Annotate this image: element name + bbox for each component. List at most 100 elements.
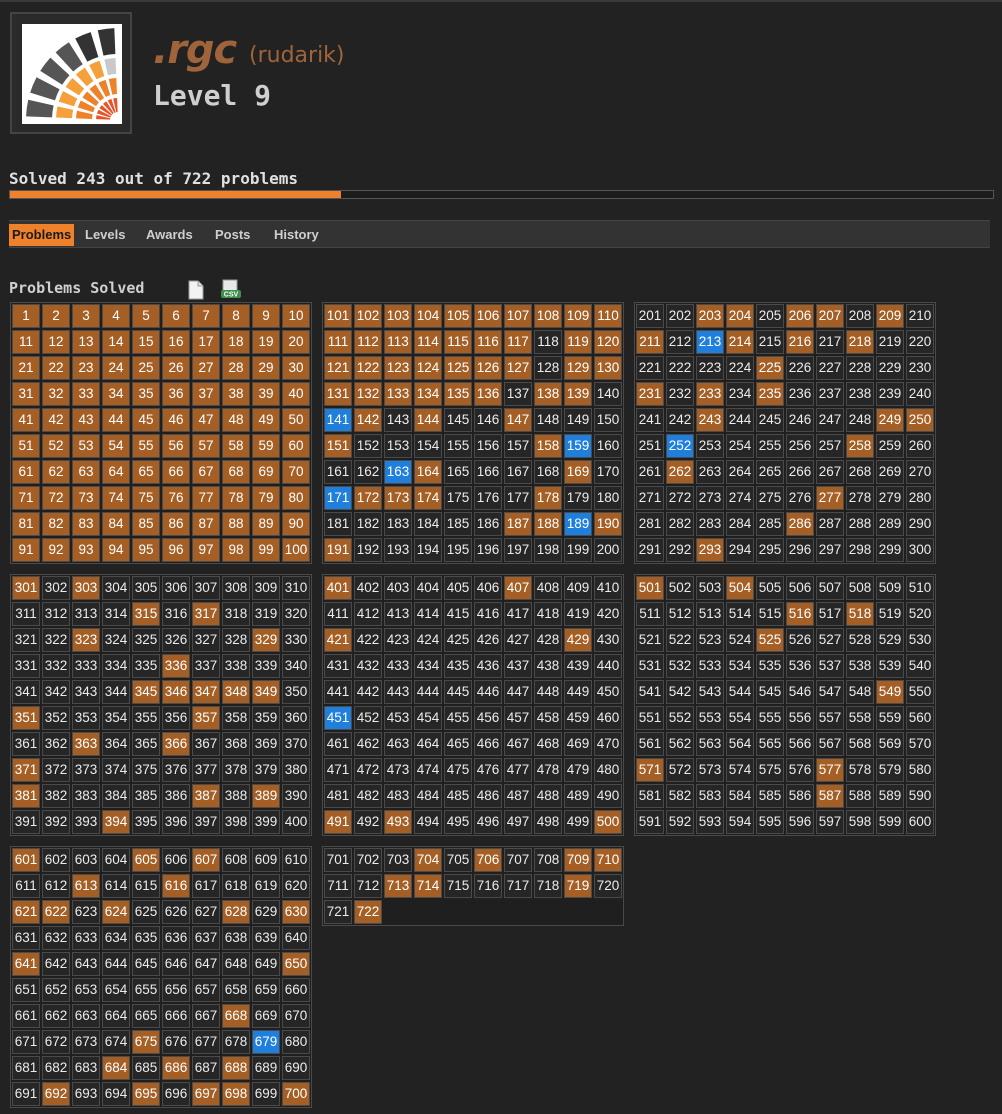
problem-cell[interactable]: 602 xyxy=(42,848,70,872)
problem-cell[interactable]: 137 xyxy=(504,382,532,406)
problem-cell[interactable]: 425 xyxy=(444,628,472,652)
problem-cell[interactable]: 91 xyxy=(12,538,40,562)
problem-cell[interactable]: 146 xyxy=(474,408,502,432)
problem-cell[interactable]: 21 xyxy=(12,356,40,380)
problem-cell[interactable]: 328 xyxy=(222,628,250,652)
problem-cell[interactable]: 97 xyxy=(192,538,220,562)
problem-cell[interactable]: 320 xyxy=(282,602,310,626)
problem-cell[interactable]: 73 xyxy=(72,486,100,510)
problem-cell[interactable]: 449 xyxy=(564,680,592,704)
problem-cell[interactable]: 180 xyxy=(594,486,622,510)
problem-cell[interactable]: 661 xyxy=(12,1004,40,1028)
problem-cell[interactable]: 138 xyxy=(534,382,562,406)
problem-cell[interactable]: 104 xyxy=(414,304,442,328)
problem-cell[interactable]: 43 xyxy=(72,408,100,432)
problem-cell[interactable]: 456 xyxy=(474,706,502,730)
problem-cell[interactable]: 88 xyxy=(222,512,250,536)
problem-cell[interactable]: 31 xyxy=(12,382,40,406)
problem-cell[interactable]: 169 xyxy=(564,460,592,484)
problem-cell[interactable]: 677 xyxy=(192,1030,220,1054)
problem-cell[interactable]: 265 xyxy=(756,460,784,484)
problem-cell[interactable]: 256 xyxy=(786,434,814,458)
problem-cell[interactable]: 370 xyxy=(282,732,310,756)
problem-cell[interactable]: 577 xyxy=(816,758,844,782)
problem-cell[interactable]: 374 xyxy=(102,758,130,782)
problem-cell[interactable]: 103 xyxy=(384,304,412,328)
problem-cell[interactable]: 44 xyxy=(102,408,130,432)
problem-cell[interactable]: 276 xyxy=(786,486,814,510)
problem-cell[interactable]: 445 xyxy=(444,680,472,704)
problem-cell[interactable]: 306 xyxy=(162,576,190,600)
problem-cell[interactable]: 691 xyxy=(12,1082,40,1106)
problem-cell[interactable]: 219 xyxy=(876,330,904,354)
problem-cell[interactable]: 144 xyxy=(414,408,442,432)
problem-cell[interactable]: 114 xyxy=(414,330,442,354)
problem-cell[interactable]: 646 xyxy=(162,952,190,976)
problem-cell[interactable]: 262 xyxy=(666,460,694,484)
problem-cell[interactable]: 636 xyxy=(162,926,190,950)
problem-cell[interactable]: 639 xyxy=(252,926,280,950)
problem-cell[interactable]: 390 xyxy=(282,784,310,808)
problem-cell[interactable]: 436 xyxy=(474,654,502,678)
problem-cell[interactable]: 667 xyxy=(192,1004,220,1028)
problem-cell[interactable]: 3 xyxy=(72,304,100,328)
problem-cell[interactable]: 312 xyxy=(42,602,70,626)
problem-cell[interactable]: 195 xyxy=(444,538,472,562)
problem-cell[interactable]: 535 xyxy=(756,654,784,678)
problem-cell[interactable]: 348 xyxy=(222,680,250,704)
problem-cell[interactable]: 174 xyxy=(414,486,442,510)
problem-cell[interactable]: 264 xyxy=(726,460,754,484)
problem-cell[interactable]: 211 xyxy=(636,330,664,354)
problem-cell[interactable]: 686 xyxy=(162,1056,190,1080)
problem-cell[interactable]: 674 xyxy=(102,1030,130,1054)
problem-cell[interactable]: 196 xyxy=(474,538,502,562)
problem-cell[interactable]: 634 xyxy=(102,926,130,950)
problem-cell[interactable]: 540 xyxy=(906,654,934,678)
problem-cell[interactable]: 488 xyxy=(534,784,562,808)
problem-cell[interactable]: 628 xyxy=(222,900,250,924)
problem-cell[interactable]: 238 xyxy=(846,382,874,406)
problem-cell[interactable]: 210 xyxy=(906,304,934,328)
problem-cell[interactable]: 314 xyxy=(102,602,130,626)
problem-cell[interactable]: 365 xyxy=(132,732,160,756)
problem-cell[interactable]: 2 xyxy=(42,304,70,328)
problem-cell[interactable]: 533 xyxy=(696,654,724,678)
problem-cell[interactable]: 141 xyxy=(324,408,352,432)
problem-cell[interactable]: 218 xyxy=(846,330,874,354)
problem-cell[interactable]: 232 xyxy=(666,382,694,406)
problem-cell[interactable]: 465 xyxy=(444,732,472,756)
problem-cell[interactable]: 59 xyxy=(252,434,280,458)
problem-cell[interactable]: 422 xyxy=(354,628,382,652)
problem-cell[interactable]: 212 xyxy=(666,330,694,354)
problem-cell[interactable]: 555 xyxy=(756,706,784,730)
problem-cell[interactable]: 112 xyxy=(354,330,382,354)
problem-cell[interactable]: 439 xyxy=(564,654,592,678)
problem-cell[interactable]: 167 xyxy=(504,460,532,484)
problem-cell[interactable]: 192 xyxy=(354,538,382,562)
problem-cell[interactable]: 680 xyxy=(282,1030,310,1054)
problem-cell[interactable]: 190 xyxy=(594,512,622,536)
problem-cell[interactable]: 217 xyxy=(816,330,844,354)
problem-cell[interactable]: 122 xyxy=(354,356,382,380)
problem-cell[interactable]: 288 xyxy=(846,512,874,536)
problem-cell[interactable]: 367 xyxy=(192,732,220,756)
problem-cell[interactable]: 530 xyxy=(906,628,934,652)
problem-cell[interactable]: 271 xyxy=(636,486,664,510)
problem-cell[interactable]: 130 xyxy=(594,356,622,380)
problem-cell[interactable]: 708 xyxy=(534,848,562,872)
problem-cell[interactable]: 84 xyxy=(102,512,130,536)
problem-cell[interactable]: 50 xyxy=(282,408,310,432)
problem-cell[interactable]: 413 xyxy=(384,602,412,626)
problem-cell[interactable]: 544 xyxy=(726,680,754,704)
problem-cell[interactable]: 366 xyxy=(162,732,190,756)
problem-cell[interactable]: 329 xyxy=(252,628,280,652)
problem-cell[interactable]: 170 xyxy=(594,460,622,484)
problem-cell[interactable]: 702 xyxy=(354,848,382,872)
problem-cell[interactable]: 172 xyxy=(354,486,382,510)
problem-cell[interactable]: 443 xyxy=(384,680,412,704)
problem-cell[interactable]: 326 xyxy=(162,628,190,652)
problem-cell[interactable]: 270 xyxy=(906,460,934,484)
problem-cell[interactable]: 179 xyxy=(564,486,592,510)
problem-cell[interactable]: 279 xyxy=(876,486,904,510)
tab-levels[interactable]: Levels xyxy=(82,224,128,246)
